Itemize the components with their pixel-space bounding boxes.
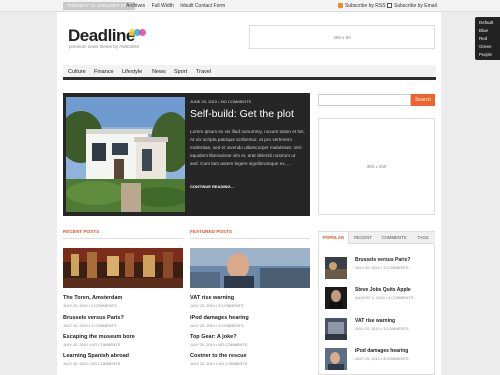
sidebar-ad[interactable]: 300 x 250 [318, 118, 435, 215]
recent-post-title[interactable]: The Toren, Amsterdam [63, 295, 122, 301]
featured-posts-image[interactable] [190, 248, 310, 288]
featured-post-title[interactable]: Top Gear: A joke? [190, 334, 237, 340]
featured-excerpt: Lorem ipsum ex vix illud nonummy, novum … [190, 129, 305, 166]
date-badge: TUESDAY 11 JANUARY 2011 [63, 2, 136, 10]
recent-posts-image[interactable] [63, 248, 183, 288]
recent-posts-heading: RECENT POSTS [63, 229, 100, 234]
divider [190, 238, 310, 239]
post-thumbnail [325, 318, 347, 340]
link-archives[interactable]: Archives [126, 3, 145, 9]
top-bar: TUESDAY 11 JANUARY 2011 Archives Full Wi… [0, 0, 500, 12]
tabbed-widget: POPULAR RECENT COMMENTS TAGS Brussels ve… [318, 231, 435, 375]
featured-title[interactable]: Self-build: Get the plot [190, 108, 294, 120]
logo-dots [129, 29, 149, 36]
site-logo[interactable]: Deadline [68, 26, 135, 46]
featured-post-title[interactable]: VAT rise warning [190, 295, 234, 301]
list-item[interactable]: Brussels versus Paris? JULY 20, 2010 • 3… [325, 257, 431, 285]
continue-reading-link[interactable]: CONTINUE READING... [190, 184, 234, 189]
featured-post-meta: JULY 20, 2010 • 3 COMMENTS [190, 324, 244, 328]
search-button[interactable]: Search [411, 94, 435, 106]
link-contact-form[interactable]: Inbuilt Contact Form [180, 3, 225, 9]
post-thumbnail [325, 348, 347, 370]
recent-post-meta: JULY 20, 2010 • 3 COMMENTS [63, 304, 117, 308]
header-ad[interactable]: 468 x 60 [249, 25, 435, 49]
recent-post-meta: JULY 20, 2010 • NO COMMENTS [63, 362, 121, 366]
subscribe-rss-link[interactable]: Subscribe by RSS [338, 2, 386, 10]
featured-post-meta: JULY 20, 2010 • NO COMMENTS [190, 362, 248, 366]
post-thumbnail [325, 287, 347, 309]
nav-item-finance[interactable]: Finance [94, 69, 114, 75]
nav-item-lifestyle[interactable]: Lifestyle [122, 69, 142, 75]
list-item[interactable]: Steve Jobs Quits Apple AUGUST 4, 2010 • … [325, 287, 431, 315]
divider [63, 238, 183, 239]
recent-post-title[interactable]: Learning Spanish abroad [63, 353, 129, 359]
switcher-green[interactable]: Green [479, 44, 492, 49]
top-links: Archives Full Width Inbuilt Contact Form [126, 2, 230, 10]
featured-house-image[interactable] [66, 97, 185, 212]
link-full-width[interactable]: Full Width [152, 3, 174, 9]
style-switcher: Default Blue Red Green Purple [475, 17, 500, 60]
recent-post-title[interactable]: Brussels versus Paris? [63, 315, 124, 321]
tab-popular[interactable]: POPULAR [319, 232, 349, 244]
tab-tags[interactable]: TAGS [411, 232, 435, 244]
recent-post-meta: JULY 20, 2010 • NO COMMENTS [63, 343, 121, 347]
switcher-blue[interactable]: Blue [479, 28, 488, 33]
featured-post-title[interactable]: iPod damages hearing [190, 315, 249, 321]
switcher-red[interactable]: Red [479, 36, 487, 41]
recent-post-meta: JULY 20, 2010 • 3 COMMENTS [63, 324, 117, 328]
featured-post-meta: JULY 20, 2010 • 3 COMMENTS [190, 304, 244, 308]
main-nav: Culture Finance Lifestyle News Sport Tra… [63, 65, 436, 80]
tab-comments[interactable]: COMMENTS [377, 232, 411, 244]
subscribe-email-link[interactable]: Subscribe by Email [387, 2, 437, 10]
tab-bar: POPULAR RECENT COMMENTS TAGS [319, 232, 435, 244]
switcher-purple[interactable]: Purple [479, 52, 492, 57]
site-tagline: premium news theme by AWESEM [69, 44, 139, 49]
rss-icon [338, 2, 343, 8]
featured-post-title[interactable]: Costner to the rescue [190, 353, 247, 359]
featured-posts-heading: FEATURED POSTS [190, 229, 233, 234]
switcher-default[interactable]: Default [479, 20, 493, 25]
search-input[interactable] [318, 94, 411, 106]
nav-item-news[interactable]: News [152, 69, 166, 75]
list-item[interactable]: VAT rise warning JULY 20, 2010 • 3 COMME… [325, 318, 431, 346]
tab-recent[interactable]: RECENT [349, 232, 377, 244]
featured-story: JUNE 20, 2010 • NO COMMENTS Self-build: … [63, 93, 310, 216]
list-item[interactable]: iPod damages hearing JULY 20, 2010 • 3 C… [325, 348, 431, 375]
email-icon [387, 2, 392, 8]
featured-post-meta: JULY 20, 2010 • NO COMMENTS [190, 343, 248, 347]
featured-meta: JUNE 20, 2010 • NO COMMENTS [190, 99, 252, 104]
nav-item-culture[interactable]: Culture [68, 69, 86, 75]
recent-post-title[interactable]: Escaping the museum bore [63, 334, 135, 340]
nav-item-travel[interactable]: Travel [196, 69, 211, 75]
post-thumbnail [325, 257, 347, 279]
nav-item-sport[interactable]: Sport [174, 69, 187, 75]
